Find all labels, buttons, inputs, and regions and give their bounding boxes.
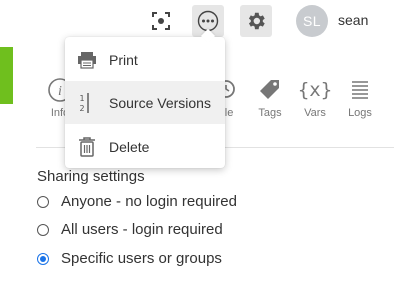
menu-item-source-versions[interactable]: 1 2 Source Versions (65, 81, 225, 124)
menu-item-print[interactable]: Print (65, 38, 225, 81)
more-menu: Print 1 2 Source Versions Delete (65, 37, 225, 168)
username[interactable]: sean (338, 12, 368, 28)
sharing-option-anyone[interactable]: Anyone - no login required (37, 193, 237, 210)
radio-all-users[interactable] (37, 223, 49, 236)
svg-text:2: 2 (79, 104, 84, 113)
sharing-option-label: All users - login required (61, 221, 223, 238)
menu-item-label: Print (109, 51, 138, 68)
toolbar-logs[interactable]: Logs (340, 76, 380, 119)
avatar-initials: SL (302, 13, 322, 29)
sharing-option-label: Specific users or groups (61, 250, 222, 267)
toolbar-vars[interactable]: {x} Vars (295, 76, 335, 119)
toolbar-vars-label: Vars (304, 107, 326, 119)
svg-text:i: i (58, 84, 62, 99)
toolbar-tags[interactable]: Tags (250, 76, 290, 119)
focus-icon (152, 12, 170, 30)
menu-item-label: Delete (109, 138, 150, 155)
accent-bar (0, 47, 13, 104)
trash-icon (77, 136, 97, 158)
avatar[interactable]: SL (296, 5, 328, 37)
radio-anyone[interactable] (37, 195, 49, 208)
versions-icon: 1 2 (77, 92, 97, 114)
toolbar-logs-label: Logs (348, 107, 372, 119)
sharing-option-specific[interactable]: Specific users or groups (37, 250, 222, 267)
menu-item-delete[interactable]: Delete (65, 125, 225, 168)
printer-icon (77, 51, 97, 69)
settings-button[interactable] (240, 5, 272, 37)
tag-icon (260, 80, 279, 99)
gear-icon (248, 12, 265, 30)
menu-item-label: Source Versions (109, 94, 211, 111)
logs-icon (352, 81, 368, 99)
sharing-option-all-users[interactable]: All users - login required (37, 221, 223, 238)
toolbar-tags-label: Tags (258, 107, 282, 119)
svg-text:1: 1 (79, 94, 84, 103)
sharing-option-label: Anyone - no login required (61, 193, 237, 210)
sharing-settings-title: Sharing settings (37, 168, 145, 185)
radio-specific[interactable] (37, 252, 49, 265)
variables-icon: {x} (297, 79, 333, 101)
focus-button[interactable] (147, 6, 175, 36)
